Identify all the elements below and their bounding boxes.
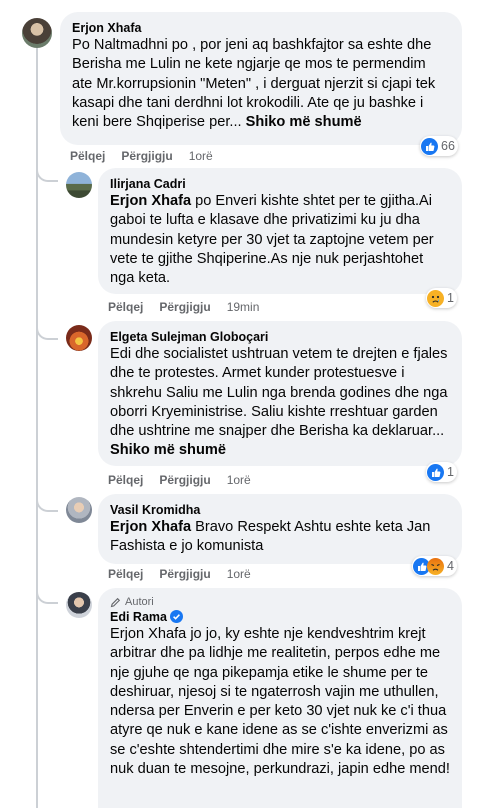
avatar[interactable] <box>66 325 92 351</box>
pen-icon <box>110 597 121 607</box>
comment-time[interactable]: 1orë <box>227 473 251 487</box>
comment-text: Erjon Xhafa po Enveri kishte shtet per t… <box>110 192 450 288</box>
comment-bubble: Autori Edi Rama Erjon Xhafa jo jo, ky es… <box>98 588 462 808</box>
comment-text: Po Naltmadhni po , por jeni aq bashkfajt… <box>72 36 450 132</box>
thread-line-branch <box>36 582 58 604</box>
reaction-summary[interactable]: 4 <box>412 556 457 576</box>
reaction-summary[interactable]: 1 <box>426 288 457 308</box>
reaction-summary[interactable]: 66 <box>420 136 458 156</box>
comment-actions: Pëlqej Përgjigju 19min <box>108 300 259 314</box>
comment-bubble: Vasil Kromidha Erjon Xhafa Bravo Respekt… <box>98 494 462 564</box>
comment-time[interactable]: 1orë <box>227 567 251 581</box>
comment-actions: Pëlqej Përgjigju 1orë <box>108 473 251 487</box>
comment-bubble: Ilirjana Cadri Erjon Xhafa po Enveri kis… <box>98 168 462 294</box>
comment-author[interactable]: Edi Rama <box>110 609 450 625</box>
comment-actions: Pëlqej Përgjigju 1orë <box>70 149 213 163</box>
comment-author-name[interactable]: Edi Rama <box>110 610 167 624</box>
like-button[interactable]: Pëlqej <box>108 473 143 487</box>
sad-icon <box>427 289 444 307</box>
see-more-link[interactable]: Shiko më shumë <box>246 114 362 130</box>
thread-line-branch <box>36 490 58 512</box>
thread-line-branch <box>36 160 58 182</box>
avatar[interactable] <box>22 18 52 48</box>
like-button[interactable]: Pëlqej <box>108 567 143 581</box>
comment-time[interactable]: 1orë <box>189 149 213 163</box>
see-more-link[interactable]: Shiko më shumë <box>110 442 226 458</box>
author-badge: Autori <box>110 596 450 608</box>
comment-author[interactable]: Erjon Xhafa <box>72 20 450 36</box>
comment-text: Erjon Xhafa Bravo Respekt Ashtu eshte ke… <box>110 518 450 557</box>
reaction-count: 1 <box>447 465 454 479</box>
author-badge-label: Autori <box>125 596 154 608</box>
reaction-count: 4 <box>447 559 454 573</box>
like-icon <box>421 137 438 155</box>
verified-badge-icon <box>169 610 183 623</box>
reaction-summary[interactable]: 1 <box>426 462 457 482</box>
comment-body: Edi dhe socialistet ushtruan vetem te dr… <box>110 346 448 440</box>
like-button[interactable]: Pëlqej <box>108 300 143 314</box>
comment-time[interactable]: 19min <box>227 300 260 314</box>
comment-bubble: Erjon Xhafa Po Naltmadhni po , por jeni … <box>60 12 462 145</box>
like-icon <box>427 463 444 481</box>
comment-author[interactable]: Ilirjana Cadri <box>110 176 450 192</box>
comment-author[interactable]: Vasil Kromidha <box>110 502 450 518</box>
comment-text: Edi dhe socialistet ushtruan vetem te dr… <box>110 345 450 461</box>
comment-author[interactable]: Elgeta Sulejman Globoçari <box>110 329 450 345</box>
comment-text: Erjon Xhafa jo jo, ky eshte nje kendvesh… <box>110 626 450 778</box>
reply-button[interactable]: Përgjigju <box>121 149 172 163</box>
reply-button[interactable]: Përgjigju <box>159 567 210 581</box>
mention-tag[interactable]: Erjon Xhafa <box>110 193 191 209</box>
reply-button[interactable]: Përgjigju <box>159 473 210 487</box>
like-button[interactable]: Pëlqej <box>70 149 105 163</box>
thread-line-branch <box>36 318 58 340</box>
comment-actions: Pëlqej Përgjigju 1orë <box>108 567 251 581</box>
reaction-count: 66 <box>441 139 455 153</box>
mention-tag[interactable]: Erjon Xhafa <box>110 519 191 535</box>
comment-bubble: Elgeta Sulejman Globoçari Edi dhe social… <box>98 321 462 466</box>
avatar[interactable] <box>66 497 92 523</box>
avatar[interactable] <box>66 592 92 618</box>
angry-icon <box>427 557 444 575</box>
reply-button[interactable]: Përgjigju <box>159 300 210 314</box>
reaction-count: 1 <box>447 291 454 305</box>
avatar[interactable] <box>66 172 92 198</box>
